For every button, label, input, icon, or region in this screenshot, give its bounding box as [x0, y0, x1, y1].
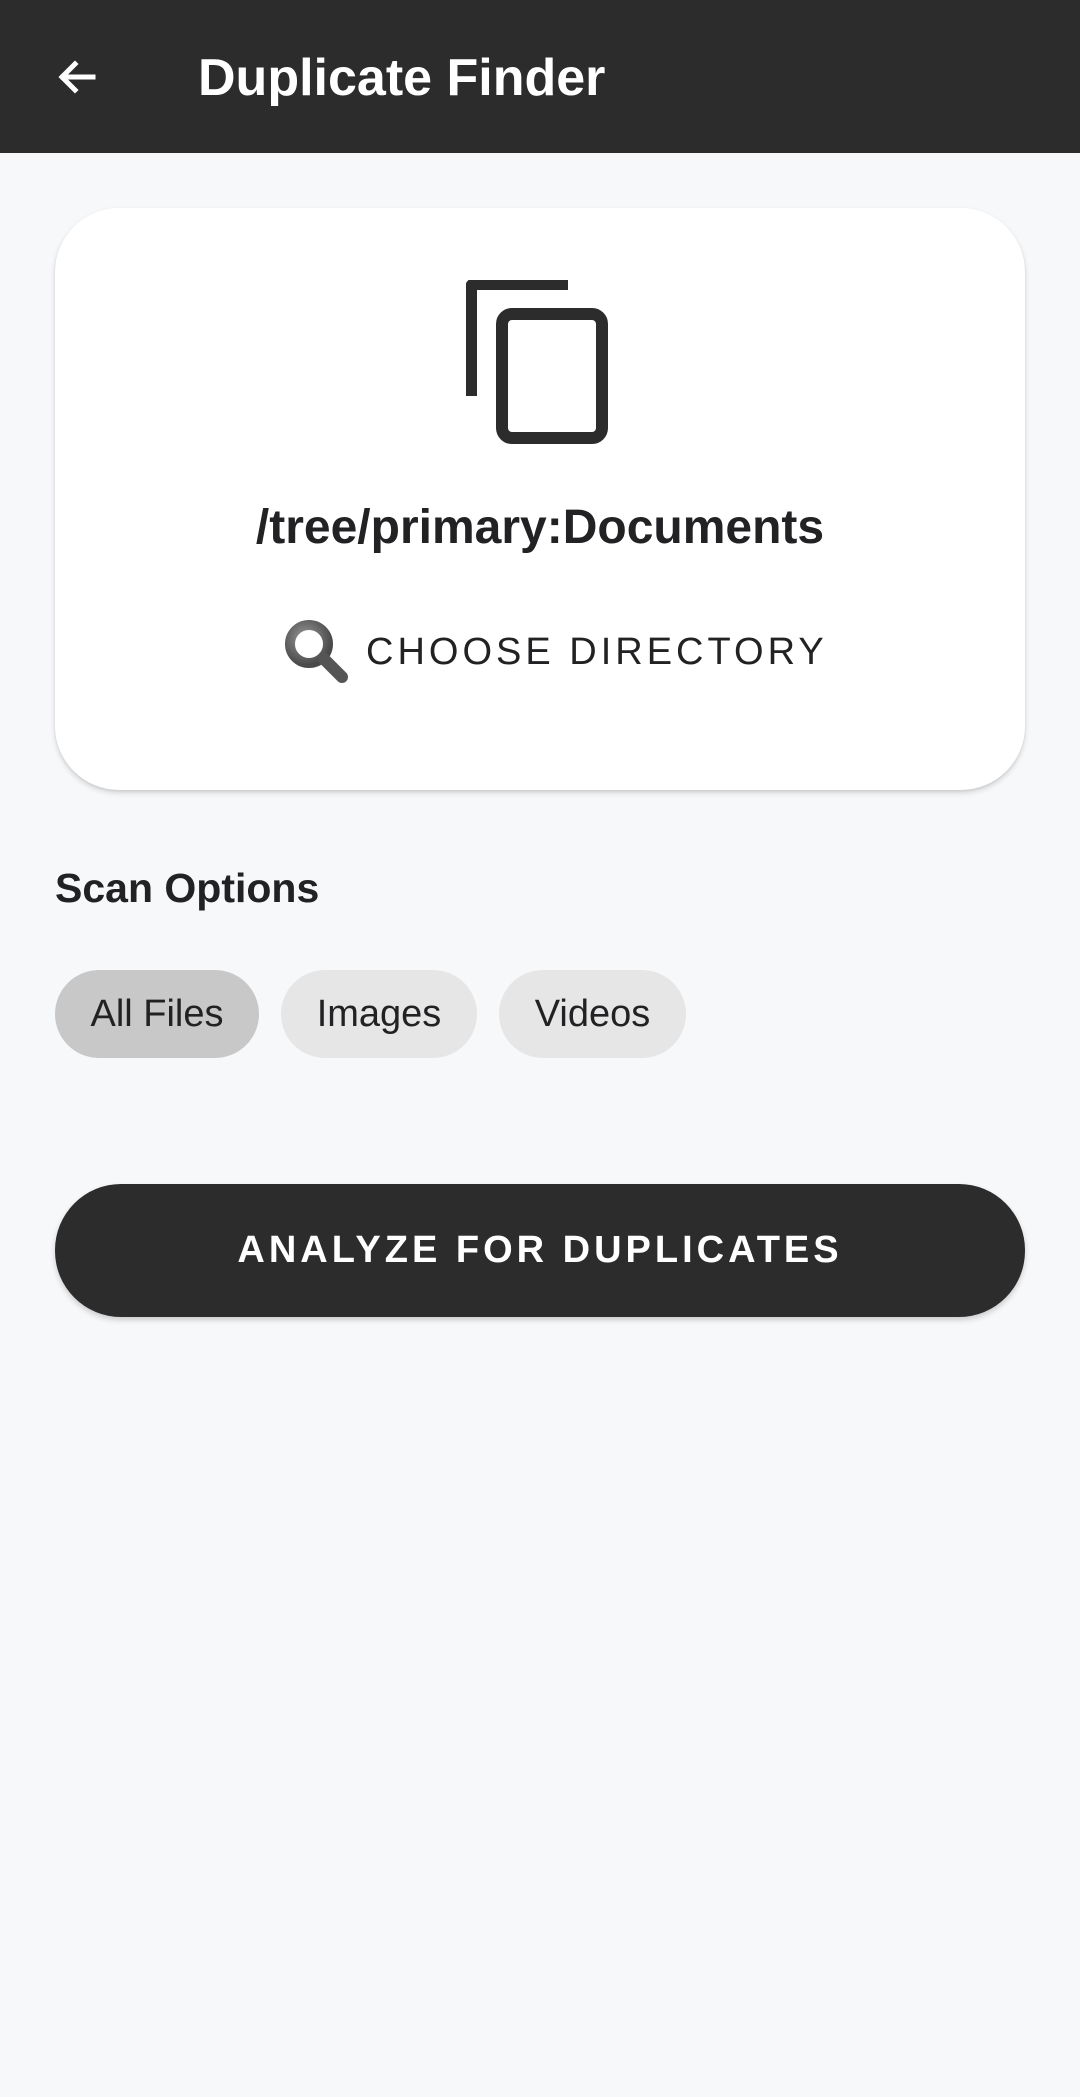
back-button[interactable] [40, 40, 114, 114]
analyze-button[interactable]: ANALYZE FOR DUPLICATES [55, 1184, 1025, 1317]
choose-directory-button[interactable]: CHOOSE DIRECTORY [280, 612, 828, 692]
copy-icon [466, 280, 608, 444]
scan-options-title: Scan Options [55, 865, 320, 911]
app-bar: Duplicate Finder [0, 0, 1080, 153]
directory-path: /tree/primary:Documents [255, 501, 825, 554]
chip-videos[interactable]: Videos [499, 970, 686, 1058]
choose-directory-label: CHOOSE DIRECTORY [366, 630, 828, 673]
chip-images[interactable]: Images [281, 970, 477, 1058]
chip-all-files[interactable]: All Files [55, 970, 259, 1058]
search-icon [285, 620, 348, 683]
arrow-left-icon [58, 60, 96, 94]
app-title: Duplicate Finder [198, 49, 606, 107]
